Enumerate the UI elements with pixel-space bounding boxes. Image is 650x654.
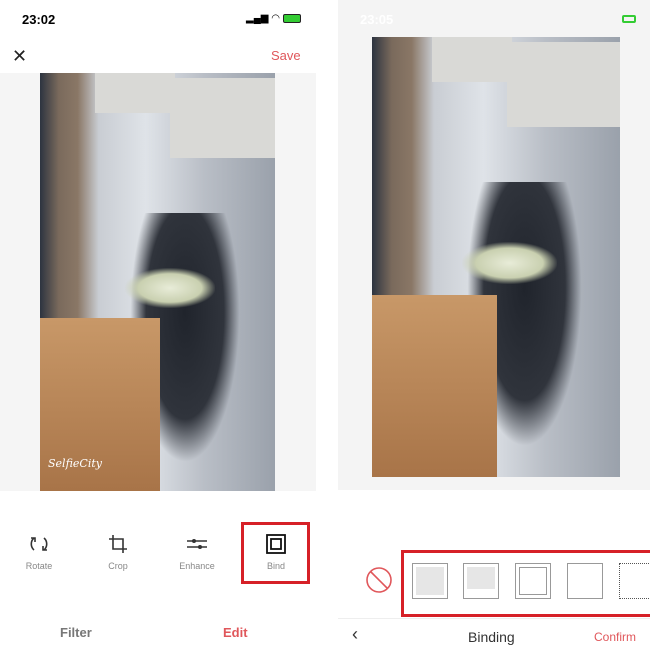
left-screen: 23:02 ▂▄▆ ◠ ✕ Save SelfieCity Rotate Cro… <box>0 0 318 654</box>
frames-highlight <box>401 550 650 617</box>
signal-icon: ▂▄▆ <box>246 13 269 24</box>
divider <box>338 618 650 619</box>
battery-icon <box>282 13 301 23</box>
tool-label: Crop <box>108 561 128 571</box>
tool-rotate[interactable]: Rotate <box>9 533 69 571</box>
footer-title: Binding <box>468 629 515 645</box>
status-time: 23:05 <box>360 12 394 27</box>
photo-area: SelfieCity <box>0 73 316 491</box>
tab-filter[interactable]: Filter <box>60 625 92 640</box>
tool-label: Rotate <box>25 561 53 571</box>
sliders-icon <box>187 539 207 549</box>
status-icons: ▂▄▆ ◠ <box>246 13 301 24</box>
watermark: SelfieCity <box>48 457 102 470</box>
save-button[interactable]: Save <box>271 48 301 63</box>
photo: SelfieCity <box>40 73 275 491</box>
rotate-icon <box>30 537 48 551</box>
no-frame-button[interactable] <box>365 566 393 594</box>
crop-icon <box>109 535 127 553</box>
photo <box>372 37 620 477</box>
right-screen: 23:05 ‹ Binding Confirm <box>338 0 650 654</box>
wifi-icon: ◠ <box>271 13 280 24</box>
bind-highlight <box>241 522 310 584</box>
chevron-left-icon[interactable]: ‹ <box>352 624 358 645</box>
tool-crop[interactable]: Crop <box>88 533 148 571</box>
tool-enhance[interactable]: Enhance <box>167 533 227 571</box>
tool-label: Enhance <box>179 561 215 571</box>
close-icon[interactable]: ✕ <box>12 46 27 67</box>
tab-edit[interactable]: Edit <box>223 625 248 640</box>
battery-icon <box>622 15 636 23</box>
status-time: 23:02 <box>22 12 56 27</box>
confirm-button[interactable]: Confirm <box>594 630 636 644</box>
